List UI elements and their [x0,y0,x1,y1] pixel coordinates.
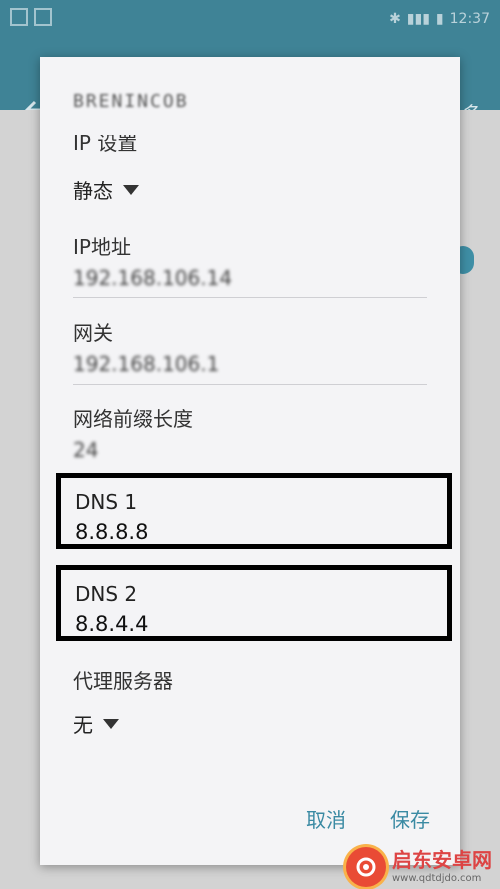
gateway-label: 网关 [73,321,113,345]
ip-settings-dropdown[interactable]: 静态 [73,175,139,204]
prefix-length-label: 网络前缀长度 [73,407,193,431]
bluetooth-icon: ✱ [389,11,401,27]
dropdown-caret-icon [123,184,139,195]
network-settings-dialog: BRENINCOB IP 设置 静态 IP地址 192.168.106.14 网… [40,57,460,865]
dns2-highlight[interactable]: DNS 2 8.8.4.4 [56,565,452,641]
status-time: 12:37 [449,11,490,27]
dns1-field[interactable]: DNS 1 8.8.8.8 [75,490,148,544]
watermark-url: www.qdtdjdo.com [392,873,482,884]
status-icons: ✱ ▮▮▮ ▮ 12:37 [389,8,490,30]
ip-address-value: 192.168.106.14 [73,266,233,290]
dialog-title: BRENINCOB [73,91,189,112]
dialog-actions: 取消 保存 [306,804,430,833]
proxy-value: 无 [73,713,93,737]
dropdown-caret-icon [103,718,119,729]
watermark-name: 启东安卓网 [392,848,492,872]
prefix-length-field[interactable]: 网络前缀长度 24 [73,403,427,462]
battery-icon: ▮ [435,11,444,27]
ip-address-label: IP地址 [73,235,131,259]
dns2-label: DNS 2 [75,582,138,606]
watermark-text: 启东安卓网 www.qdtdjdo.com [392,850,492,884]
dns1-highlight[interactable]: DNS 1 8.8.8.8 [56,473,452,549]
prefix-length-value: 24 [73,438,99,462]
dns1-value: 8.8.8.8 [75,520,149,544]
status-bar: ✱ ▮▮▮ ▮ 12:37 [0,0,500,38]
notification-icon [10,8,28,26]
gateway-field[interactable]: 网关 192.168.106.1 [73,317,427,376]
dns2-value: 8.8.4.4 [75,612,149,636]
gateway-value: 192.168.106.1 [73,352,220,376]
gateway-underline [73,384,427,385]
save-button[interactable]: 保存 [390,804,430,833]
proxy-dropdown[interactable]: 无 [73,709,119,738]
cancel-button[interactable]: 取消 [306,804,346,833]
ip-settings-value: 静态 [73,179,113,203]
ip-settings-label: IP 设置 [73,131,138,155]
ip-address-underline [73,297,427,298]
status-notification-icons [10,8,52,26]
signal-icon: ▮▮▮ [406,11,430,27]
watermark: 启东安卓网 www.qdtdjdo.com [346,847,492,887]
proxy-label: 代理服务器 [73,669,173,693]
notification-icon [34,8,52,26]
watermark-logo-icon [346,847,386,887]
ip-address-field[interactable]: IP地址 192.168.106.14 [73,231,427,290]
dns1-label: DNS 1 [75,490,138,514]
dns2-field[interactable]: DNS 2 8.8.4.4 [75,582,148,636]
